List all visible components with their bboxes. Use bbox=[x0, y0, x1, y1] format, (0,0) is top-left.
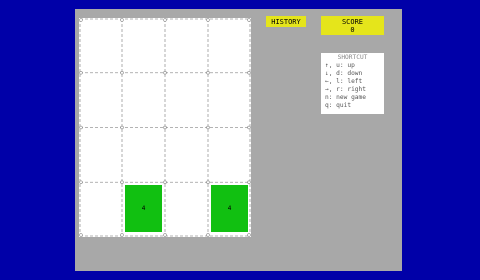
grid-node bbox=[206, 18, 210, 22]
grid-node bbox=[206, 125, 210, 130]
grid-node bbox=[163, 18, 167, 22]
shortcut-item-left: ←, l: left bbox=[325, 78, 363, 85]
grid-node bbox=[163, 71, 167, 75]
grid-node bbox=[79, 180, 83, 184]
grid-node bbox=[79, 18, 83, 22]
grid-node bbox=[206, 71, 210, 75]
grid-node bbox=[247, 18, 251, 22]
grid-node bbox=[120, 125, 124, 130]
grid-node bbox=[247, 180, 251, 184]
score-label: SCORE bbox=[341, 17, 364, 26]
grid-node bbox=[120, 18, 124, 22]
history-label: HISTORY bbox=[271, 17, 301, 26]
grid-node bbox=[247, 233, 251, 237]
grid-node bbox=[247, 125, 251, 130]
grid-node bbox=[163, 125, 167, 130]
grid-node bbox=[120, 180, 124, 184]
grid-node bbox=[120, 71, 124, 75]
shortcut-item-right: →, r: right bbox=[325, 86, 366, 93]
shortcut-item-down: ↓, d: down bbox=[325, 70, 363, 77]
game-window: 44 HISTORY SCORE 0 SHORTCUT ↑, u: up ↓, … bbox=[75, 9, 402, 271]
tile: 4 bbox=[211, 185, 248, 232]
tile-value: 4 bbox=[141, 205, 146, 213]
grid-node bbox=[79, 233, 83, 237]
game-board: 44 bbox=[79, 18, 251, 237]
shortcut-title: SHORTCUT bbox=[337, 54, 368, 61]
shortcut-item-quit: q: quit bbox=[325, 102, 352, 109]
score-value: 0 bbox=[350, 25, 355, 34]
tile: 4 bbox=[125, 185, 162, 232]
shortcut-item-new-game: n: new game bbox=[325, 94, 366, 101]
grid-node bbox=[247, 71, 251, 75]
history-button[interactable]: HISTORY bbox=[266, 16, 306, 27]
grid-node bbox=[79, 71, 83, 75]
grid-node bbox=[163, 233, 167, 237]
grid-node bbox=[163, 180, 167, 184]
grid-node bbox=[120, 233, 124, 237]
grid-node bbox=[206, 180, 210, 184]
shortcut-item-up: ↑, u: up bbox=[325, 62, 355, 69]
shortcut-panel: SHORTCUT ↑, u: up ↓, d: down ←, l: left … bbox=[321, 53, 384, 114]
tile-value: 4 bbox=[227, 205, 232, 213]
grid-node bbox=[206, 233, 210, 237]
score-box: SCORE 0 bbox=[321, 16, 384, 35]
grid-node bbox=[79, 125, 83, 130]
